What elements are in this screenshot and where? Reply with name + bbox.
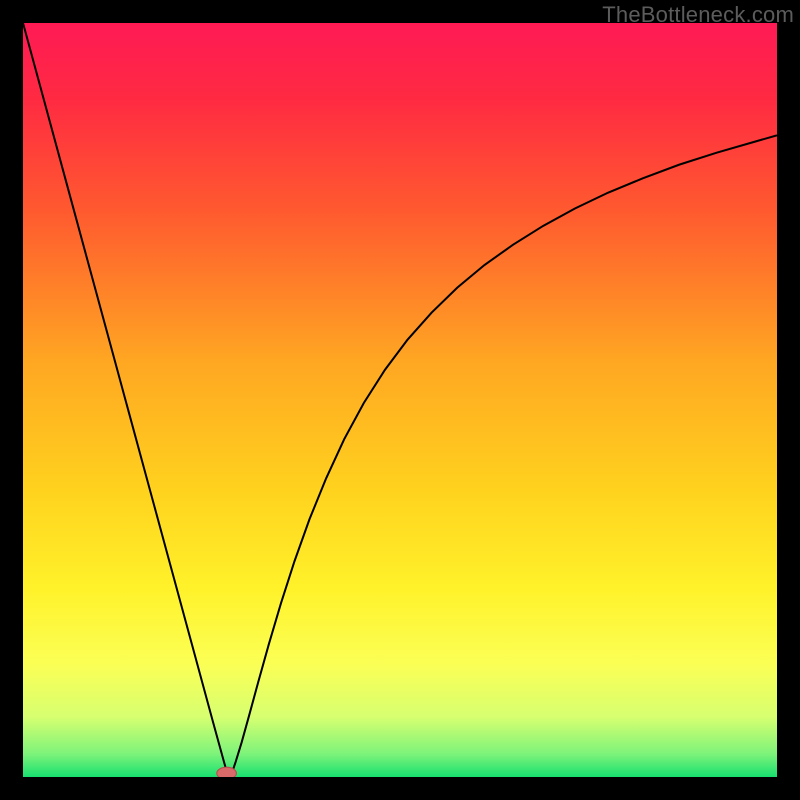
watermark-label: TheBottleneck.com <box>602 2 794 28</box>
chart-background-gradient <box>23 23 777 777</box>
chart-frame <box>23 23 777 777</box>
bottleneck-curve-chart <box>23 23 777 777</box>
minimum-marker <box>217 767 237 777</box>
